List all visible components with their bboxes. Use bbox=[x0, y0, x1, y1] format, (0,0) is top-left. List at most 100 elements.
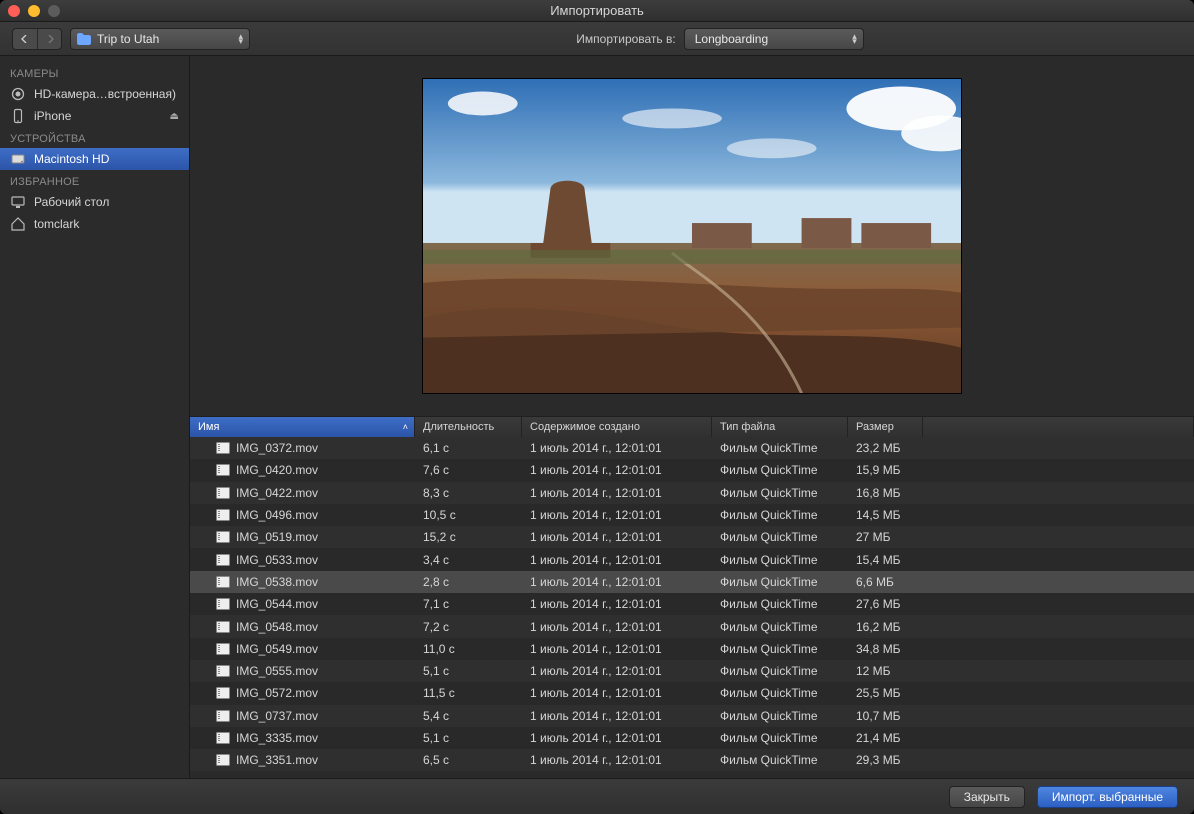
destination-value: Longboarding bbox=[695, 32, 768, 46]
cell-size: 16,2 МБ bbox=[848, 615, 923, 637]
cell-duration: 11,5 с bbox=[415, 682, 522, 704]
cell-created: 1 июль 2014 г., 12:01:01 bbox=[522, 504, 712, 526]
cell-created: 1 июль 2014 г., 12:01:01 bbox=[522, 459, 712, 481]
toolbar: Trip to Utah ▴▾ Импортировать в: Longboa… bbox=[0, 22, 1194, 56]
zoom-window-button[interactable] bbox=[48, 5, 60, 17]
back-button[interactable] bbox=[13, 29, 37, 49]
cell-created: 1 июль 2014 г., 12:01:01 bbox=[522, 615, 712, 637]
cell-created: 1 июль 2014 г., 12:01:01 bbox=[522, 660, 712, 682]
sidebar-item[interactable]: iPhone⏏ bbox=[0, 105, 189, 127]
column-header[interactable]: Размер bbox=[848, 417, 923, 437]
cell-duration: 10,5 с bbox=[415, 504, 522, 526]
cell-spacer bbox=[923, 638, 1194, 660]
forward-button[interactable] bbox=[37, 29, 61, 49]
chevron-left-icon bbox=[21, 35, 29, 43]
path-selector[interactable]: Trip to Utah ▴▾ bbox=[70, 28, 250, 50]
table-row[interactable]: IMG_0496.mov10,5 с1 июль 2014 г., 12:01:… bbox=[190, 504, 1194, 526]
cell-spacer bbox=[923, 548, 1194, 570]
cell-name: IMG_0549.mov bbox=[190, 638, 415, 660]
cell-size: 6,6 МБ bbox=[848, 571, 923, 593]
cell-duration: 5,1 с bbox=[415, 660, 522, 682]
file-name: IMG_0538.mov bbox=[236, 575, 318, 589]
file-name: IMG_0549.mov bbox=[236, 642, 318, 656]
cell-name: IMG_0737.mov bbox=[190, 705, 415, 727]
movie-file-icon bbox=[216, 576, 230, 588]
table-row[interactable]: IMG_3335.mov5,1 с1 июль 2014 г., 12:01:0… bbox=[190, 727, 1194, 749]
cell-created: 1 июль 2014 г., 12:01:01 bbox=[522, 593, 712, 615]
cell-spacer bbox=[923, 459, 1194, 481]
table-row[interactable]: IMG_0533.mov3,4 с1 июль 2014 г., 12:01:0… bbox=[190, 548, 1194, 570]
destination-selector[interactable]: Longboarding ▴▾ bbox=[684, 28, 864, 50]
cell-name: IMG_0420.mov bbox=[190, 459, 415, 481]
preview-image bbox=[422, 78, 962, 394]
sidebar-item[interactable]: Рабочий стол bbox=[0, 191, 189, 213]
cell-type: Фильм QuickTime bbox=[712, 437, 848, 459]
table-row[interactable]: IMG_0538.mov2,8 с1 июль 2014 г., 12:01:0… bbox=[190, 571, 1194, 593]
cell-name: IMG_0572.mov bbox=[190, 682, 415, 704]
table-row[interactable]: IMG_0519.mov15,2 с1 июль 2014 г., 12:01:… bbox=[190, 526, 1194, 548]
cell-duration: 3,4 с bbox=[415, 548, 522, 570]
table-row[interactable]: IMG_0737.mov5,4 с1 июль 2014 г., 12:01:0… bbox=[190, 705, 1194, 727]
movie-file-icon bbox=[216, 665, 230, 677]
file-name: IMG_0737.mov bbox=[236, 709, 318, 723]
column-header[interactable]: Тип файла bbox=[712, 417, 848, 437]
table-body[interactable]: IMG_0372.mov6,1 с1 июль 2014 г., 12:01:0… bbox=[190, 437, 1194, 778]
table-row[interactable]: IMG_0549.mov11,0 с1 июль 2014 г., 12:01:… bbox=[190, 638, 1194, 660]
cell-created: 1 июль 2014 г., 12:01:01 bbox=[522, 437, 712, 459]
table-row[interactable]: IMG_0422.mov8,3 с1 июль 2014 г., 12:01:0… bbox=[190, 482, 1194, 504]
sidebar-item[interactable]: Macintosh HD bbox=[0, 148, 189, 170]
file-name: IMG_0519.mov bbox=[236, 530, 318, 544]
chevron-right-icon bbox=[46, 35, 54, 43]
cell-size: 27 МБ bbox=[848, 526, 923, 548]
sidebar-section-header: ИЗБРАННОЕ bbox=[0, 170, 189, 191]
updown-icon: ▴▾ bbox=[238, 34, 243, 44]
cell-created: 1 июль 2014 г., 12:01:01 bbox=[522, 482, 712, 504]
cell-duration: 15,2 с bbox=[415, 526, 522, 548]
import-selected-button[interactable]: Импорт. выбранные bbox=[1037, 786, 1178, 808]
eject-icon[interactable]: ⏏ bbox=[170, 111, 179, 122]
sidebar-item[interactable]: HD-камера…встроенная) bbox=[0, 83, 189, 105]
minimize-window-button[interactable] bbox=[28, 5, 40, 17]
sort-asc-icon: ˄ bbox=[403, 422, 408, 432]
column-header-spacer bbox=[923, 417, 1194, 437]
cell-spacer bbox=[923, 682, 1194, 704]
cell-name: IMG_0538.mov bbox=[190, 571, 415, 593]
camera-icon bbox=[10, 86, 26, 102]
cell-size: 25,5 МБ bbox=[848, 682, 923, 704]
updown-icon: ▴▾ bbox=[852, 34, 857, 44]
cell-name: IMG_3335.mov bbox=[190, 727, 415, 749]
sidebar-item-label: Macintosh HD bbox=[34, 152, 109, 166]
file-name: IMG_0533.mov bbox=[236, 553, 318, 567]
cell-size: 12 МБ bbox=[848, 660, 923, 682]
content-area: Имя˄ДлительностьСодержимое созданоТип фа… bbox=[190, 56, 1194, 778]
table-row[interactable]: IMG_0548.mov7,2 с1 июль 2014 г., 12:01:0… bbox=[190, 615, 1194, 637]
cell-type: Фильм QuickTime bbox=[712, 682, 848, 704]
sidebar-section-header: КАМЕРЫ bbox=[0, 62, 189, 83]
column-header[interactable]: Содержимое создано bbox=[522, 417, 712, 437]
cell-created: 1 июль 2014 г., 12:01:01 bbox=[522, 749, 712, 771]
table-row[interactable]: IMG_0572.mov11,5 с1 июль 2014 г., 12:01:… bbox=[190, 682, 1194, 704]
file-name: IMG_3335.mov bbox=[236, 731, 318, 745]
table-row[interactable]: IMG_3351.mov6,5 с1 июль 2014 г., 12:01:0… bbox=[190, 749, 1194, 771]
file-table: Имя˄ДлительностьСодержимое созданоТип фа… bbox=[190, 416, 1194, 778]
cell-type: Фильм QuickTime bbox=[712, 526, 848, 548]
cell-created: 1 июль 2014 г., 12:01:01 bbox=[522, 727, 712, 749]
table-row[interactable]: IMG_0544.mov7,1 с1 июль 2014 г., 12:01:0… bbox=[190, 593, 1194, 615]
cell-duration: 7,2 с bbox=[415, 615, 522, 637]
cell-duration: 7,1 с bbox=[415, 593, 522, 615]
cell-size: 27,6 МБ bbox=[848, 593, 923, 615]
sidebar-item[interactable]: tomclark bbox=[0, 213, 189, 235]
sidebar-item-label: tomclark bbox=[34, 217, 79, 231]
table-row[interactable]: IMG_0420.mov7,6 с1 июль 2014 г., 12:01:0… bbox=[190, 459, 1194, 481]
cell-spacer bbox=[923, 437, 1194, 459]
close-window-button[interactable] bbox=[8, 5, 20, 17]
column-header[interactable]: Имя˄ bbox=[190, 417, 415, 437]
close-button[interactable]: Закрыть bbox=[949, 786, 1025, 808]
cell-type: Фильм QuickTime bbox=[712, 571, 848, 593]
hdd-icon bbox=[10, 151, 26, 167]
cell-name: IMG_0548.mov bbox=[190, 615, 415, 637]
column-header[interactable]: Длительность bbox=[415, 417, 522, 437]
table-row[interactable]: IMG_0555.mov5,1 с1 июль 2014 г., 12:01:0… bbox=[190, 660, 1194, 682]
cell-created: 1 июль 2014 г., 12:01:01 bbox=[522, 571, 712, 593]
table-row[interactable]: IMG_0372.mov6,1 с1 июль 2014 г., 12:01:0… bbox=[190, 437, 1194, 459]
